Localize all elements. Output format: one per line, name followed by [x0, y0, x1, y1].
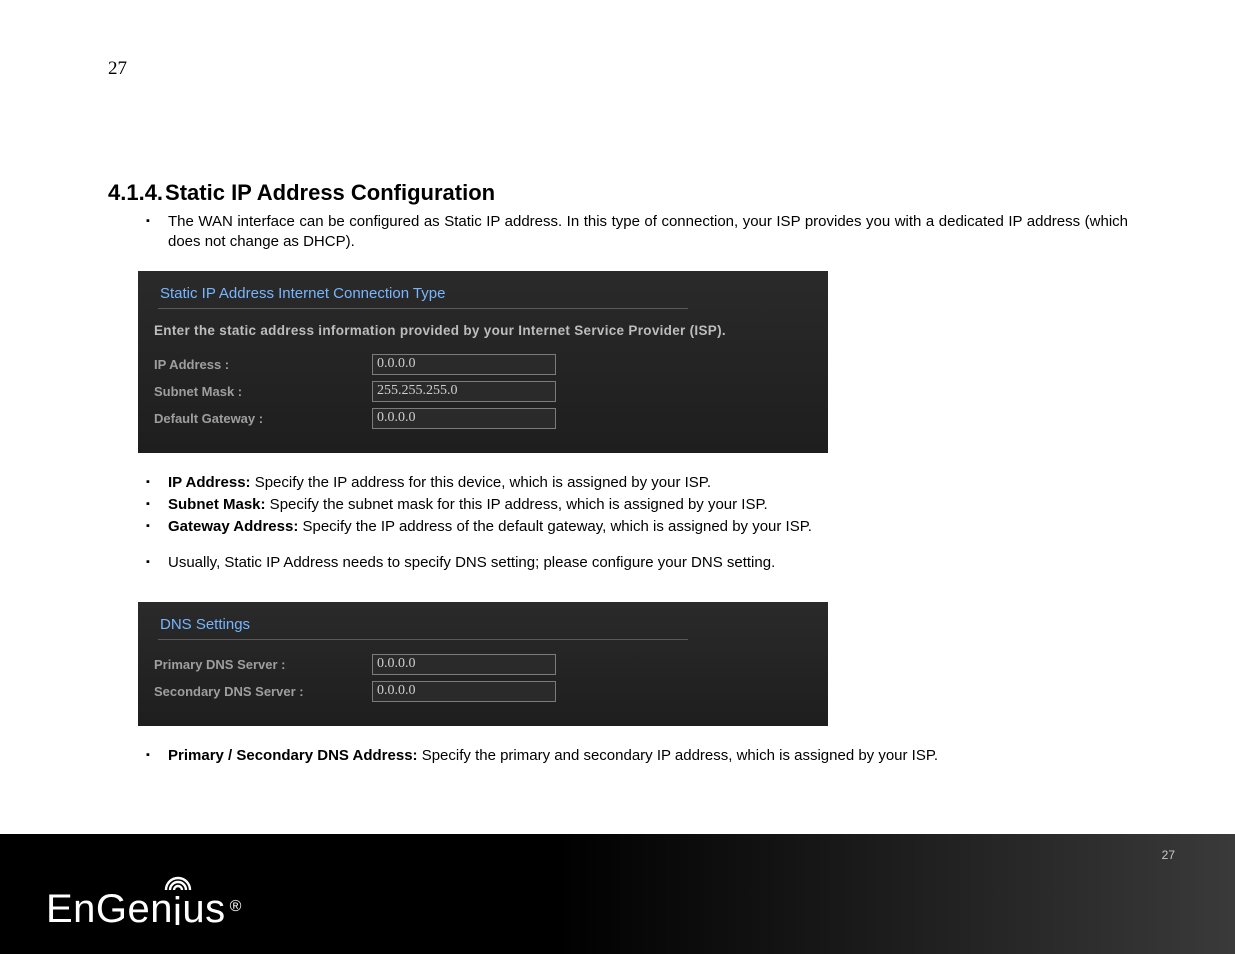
wifi-icon: [164, 874, 192, 892]
ip-address-input[interactable]: [372, 354, 556, 375]
engenius-logo: EnGeni us ®: [46, 887, 241, 932]
primary-dns-label: Primary DNS Server :: [152, 657, 372, 672]
page-number-bottom: 27: [1162, 848, 1175, 862]
static-panel-instruction: Enter the static address information pro…: [152, 323, 814, 354]
dns-description-list: Primary / Secondary DNS Address: Specify…: [108, 746, 1128, 766]
default-gateway-input[interactable]: [372, 408, 556, 429]
section-heading: 4.1.4.Static IP Address Configuration: [108, 180, 1128, 206]
ip-address-label: IP Address :: [152, 357, 372, 372]
logo-text: EnGeni us: [46, 887, 226, 932]
heading-number: 4.1.4.: [108, 180, 163, 205]
subnet-mask-input[interactable]: [372, 381, 556, 402]
intro-text: The WAN interface can be configured as S…: [168, 212, 1128, 253]
static-panel-title: Static IP Address Internet Connection Ty…: [152, 285, 814, 308]
heading-title: Static IP Address Configuration: [165, 180, 495, 205]
secondary-dns-label: Secondary DNS Server :: [152, 684, 372, 699]
panel-divider: [158, 308, 688, 309]
subnet-mask-row: Subnet Mask :: [152, 381, 814, 402]
dns-note: Usually, Static IP Address needs to spec…: [168, 553, 1128, 573]
secondary-dns-input[interactable]: [372, 681, 556, 702]
dns-panel-title: DNS Settings: [152, 616, 814, 639]
panel-divider: [158, 639, 688, 640]
intro-list: The WAN interface can be configured as S…: [108, 212, 1128, 253]
page-number-top: 27: [108, 58, 127, 80]
static-ip-panel: Static IP Address Internet Connection Ty…: [138, 271, 828, 453]
subnet-mask-desc: Subnet Mask: Specify the subnet mask for…: [168, 495, 1128, 515]
default-gateway-row: Default Gateway :: [152, 408, 814, 429]
content-area: 4.1.4.Static IP Address Configuration Th…: [108, 180, 1128, 768]
secondary-dns-row: Secondary DNS Server :: [152, 681, 814, 702]
dns-settings-panel: DNS Settings Primary DNS Server : Second…: [138, 602, 828, 726]
ip-address-row: IP Address :: [152, 354, 814, 375]
field-descriptions: IP Address: Specify the IP address for t…: [108, 473, 1128, 574]
footer-band: 27 EnGeni us ®: [0, 834, 1235, 954]
primary-dns-input[interactable]: [372, 654, 556, 675]
primary-dns-row: Primary DNS Server :: [152, 654, 814, 675]
subnet-mask-label: Subnet Mask :: [152, 384, 372, 399]
gateway-desc: Gateway Address: Specify the IP address …: [168, 517, 1128, 537]
registered-mark: ®: [230, 898, 242, 916]
ip-address-desc: IP Address: Specify the IP address for t…: [168, 473, 1128, 493]
default-gateway-label: Default Gateway :: [152, 411, 372, 426]
document-page: { "page": { "top_number": "27", "footer_…: [0, 0, 1235, 954]
dns-desc: Primary / Secondary DNS Address: Specify…: [168, 746, 1128, 766]
